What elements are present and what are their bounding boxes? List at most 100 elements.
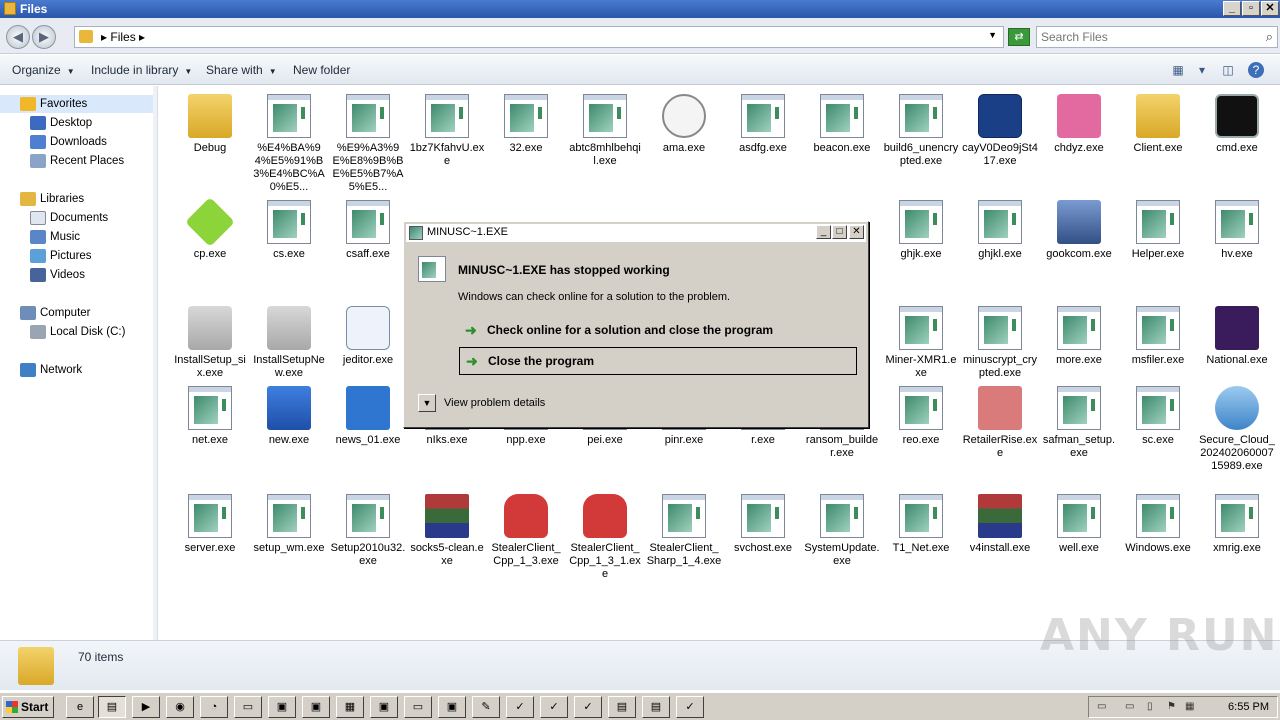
preview-pane-icon[interactable]: ◫ bbox=[1220, 62, 1236, 78]
file-item[interactable]: hv.exe bbox=[1199, 200, 1275, 261]
sidebar-item-desktop[interactable]: Desktop bbox=[0, 114, 156, 132]
breadcrumb[interactable]: ▸ Files ▸ bbox=[101, 30, 145, 44]
file-item[interactable]: safman_setup.exe bbox=[1041, 386, 1117, 460]
file-item[interactable]: cp.exe bbox=[172, 197, 248, 261]
taskbar-app-icon[interactable]: ▤ bbox=[642, 696, 670, 718]
view-details-toggle[interactable]: ▼ View problem details bbox=[418, 394, 545, 412]
close-program-button[interactable]: ➜ Close the program bbox=[459, 347, 857, 375]
new-folder-button[interactable]: New folder bbox=[293, 63, 350, 77]
file-item[interactable]: StealerClient_Sharp_1_4.exe bbox=[646, 494, 722, 568]
file-item[interactable]: reo.exe bbox=[883, 386, 959, 447]
file-item[interactable]: 1bz7KfahvU.exe bbox=[409, 94, 485, 168]
flag-icon[interactable]: ⚑ bbox=[1167, 701, 1176, 712]
check-online-button[interactable]: ➜ Check online for a solution and close t… bbox=[459, 317, 857, 345]
view-options-icon[interactable]: ▦ bbox=[1170, 62, 1186, 78]
file-item[interactable]: RetailerRise.exe bbox=[962, 386, 1038, 460]
taskbar-app-icon[interactable]: ▦ bbox=[336, 696, 364, 718]
file-item[interactable]: ghjk.exe bbox=[883, 200, 959, 261]
tray-icon[interactable]: ▯ bbox=[1147, 701, 1153, 712]
file-item[interactable]: chdyz.exe bbox=[1041, 94, 1117, 155]
chevron-down-icon[interactable]: ▼ bbox=[418, 394, 436, 412]
file-item[interactable]: ghjkl.exe bbox=[962, 200, 1038, 261]
taskbar-app-icon[interactable]: ▣ bbox=[370, 696, 398, 718]
network-tray-icon[interactable]: ▦ bbox=[1185, 701, 1194, 712]
file-item[interactable]: T1_Net.exe bbox=[883, 494, 959, 555]
start-button[interactable]: Start bbox=[2, 696, 54, 718]
taskbar-app-icon[interactable]: ✓ bbox=[676, 696, 704, 718]
file-item[interactable]: cmd.exe bbox=[1199, 94, 1275, 155]
file-item[interactable]: msfiler.exe bbox=[1120, 306, 1196, 367]
file-item[interactable]: asdfg.exe bbox=[725, 94, 801, 155]
taskbar-app-icon[interactable]: ▤ bbox=[608, 696, 636, 718]
file-item[interactable]: %E4%BA%94%E5%91%B3%E4%BC%A0%E5... bbox=[251, 94, 327, 194]
file-item[interactable]: Helper.exe bbox=[1120, 200, 1196, 261]
file-item[interactable]: beacon.exe bbox=[804, 94, 880, 155]
minimize-button[interactable]: _ bbox=[1223, 1, 1241, 16]
chrome-icon[interactable]: ◉ bbox=[166, 696, 194, 718]
taskbar-app-icon[interactable]: ✎ bbox=[472, 696, 500, 718]
taskbar-app-icon[interactable]: ▭ bbox=[234, 696, 262, 718]
file-item[interactable]: csaff.exe bbox=[330, 200, 406, 261]
file-item[interactable]: sc.exe bbox=[1120, 386, 1196, 447]
file-item[interactable]: Client.exe bbox=[1120, 94, 1196, 155]
file-item[interactable]: svchost.exe bbox=[725, 494, 801, 555]
sidebar-item-local-disk[interactable]: Local Disk (C:) bbox=[0, 323, 156, 341]
file-item[interactable]: setup_wm.exe bbox=[251, 494, 327, 555]
help-icon[interactable]: ? bbox=[1248, 62, 1264, 78]
share-with-button[interactable]: Share with ▼ bbox=[206, 63, 277, 77]
tray-icon[interactable]: ▭ bbox=[1125, 701, 1134, 712]
file-item[interactable]: SystemUpdate.exe bbox=[804, 494, 880, 568]
file-item[interactable]: net.exe bbox=[172, 386, 248, 447]
file-item[interactable]: cs.exe bbox=[251, 200, 327, 261]
sidebar-item-documents[interactable]: Documents bbox=[0, 209, 156, 227]
file-item[interactable]: Setup2010u32.exe bbox=[330, 494, 406, 568]
file-item[interactable]: cayV0Deo9jSt417.exe bbox=[962, 94, 1038, 168]
search-icon[interactable]: ⌕ bbox=[1266, 29, 1273, 45]
file-item[interactable]: Debug bbox=[172, 94, 248, 155]
sidebar-item-downloads[interactable]: Downloads bbox=[0, 133, 156, 151]
file-item[interactable]: InstallSetup_six.exe bbox=[172, 306, 248, 380]
file-item[interactable]: socks5-clean.exe bbox=[409, 494, 485, 568]
file-item[interactable]: StealerClient_Cpp_1_3_1.exe bbox=[567, 494, 643, 581]
chevron-down-icon[interactable]: ▼ bbox=[988, 30, 997, 40]
file-item[interactable]: National.exe bbox=[1199, 306, 1275, 367]
sidebar-item-music[interactable]: Music bbox=[0, 228, 156, 246]
sidebar-item-favorites[interactable]: Favorites bbox=[0, 95, 156, 113]
close-button[interactable]: ✕ bbox=[1261, 1, 1279, 16]
sidebar-item-pictures[interactable]: Pictures bbox=[0, 247, 156, 265]
file-item[interactable]: gookcom.exe bbox=[1041, 200, 1117, 261]
taskbar-app-icon[interactable]: ▣ bbox=[268, 696, 296, 718]
forward-button[interactable]: ▶ bbox=[32, 25, 56, 49]
sidebar-item-recent[interactable]: Recent Places bbox=[0, 152, 156, 170]
explorer-icon[interactable]: ▤ bbox=[98, 696, 126, 718]
media-player-icon[interactable]: ▶ bbox=[132, 696, 160, 718]
sidebar-item-libraries[interactable]: Libraries bbox=[0, 190, 156, 208]
file-item[interactable]: server.exe bbox=[172, 494, 248, 555]
file-item[interactable]: StealerClient_Cpp_1_3.exe bbox=[488, 494, 564, 568]
file-item[interactable]: news_01.exe bbox=[330, 386, 406, 447]
refresh-button[interactable]: ⇄ bbox=[1008, 28, 1030, 46]
file-item[interactable]: 32.exe bbox=[488, 94, 564, 155]
dialog-minimize-button[interactable]: _ bbox=[816, 225, 831, 239]
maximize-button[interactable]: ▫ bbox=[1242, 1, 1260, 16]
file-item[interactable]: jeditor.exe bbox=[330, 306, 406, 367]
sidebar-item-videos[interactable]: Videos bbox=[0, 266, 156, 284]
file-item[interactable]: %E9%A3%9E%E8%9B%BE%E5%B7%A5%E5... bbox=[330, 94, 406, 194]
taskbar-app-icon[interactable]: ▣ bbox=[438, 696, 466, 718]
chevron-down-icon[interactable]: ▾ bbox=[1194, 62, 1210, 78]
file-item[interactable]: build6_unencrypted.exe bbox=[883, 94, 959, 168]
file-item[interactable]: InstallSetupNew.exe bbox=[251, 306, 327, 380]
file-item[interactable]: ama.exe bbox=[646, 94, 722, 155]
file-item[interactable]: xmrig.exe bbox=[1199, 494, 1275, 555]
address-field[interactable]: ▸ Files ▸ ▼ bbox=[74, 26, 1004, 48]
taskbar-app-icon[interactable]: ✓ bbox=[506, 696, 534, 718]
file-item[interactable]: minuscrypt_crypted.exe bbox=[962, 306, 1038, 380]
file-item[interactable]: well.exe bbox=[1041, 494, 1117, 555]
file-item[interactable]: more.exe bbox=[1041, 306, 1117, 367]
file-item[interactable]: v4install.exe bbox=[962, 494, 1038, 555]
dialog-maximize-button[interactable]: □ bbox=[832, 225, 847, 239]
organize-button[interactable]: Organize ▼ bbox=[12, 63, 75, 77]
search-input[interactable] bbox=[1041, 29, 1251, 45]
ie-icon[interactable]: e bbox=[66, 696, 94, 718]
sidebar-scrollbar[interactable] bbox=[153, 86, 157, 640]
